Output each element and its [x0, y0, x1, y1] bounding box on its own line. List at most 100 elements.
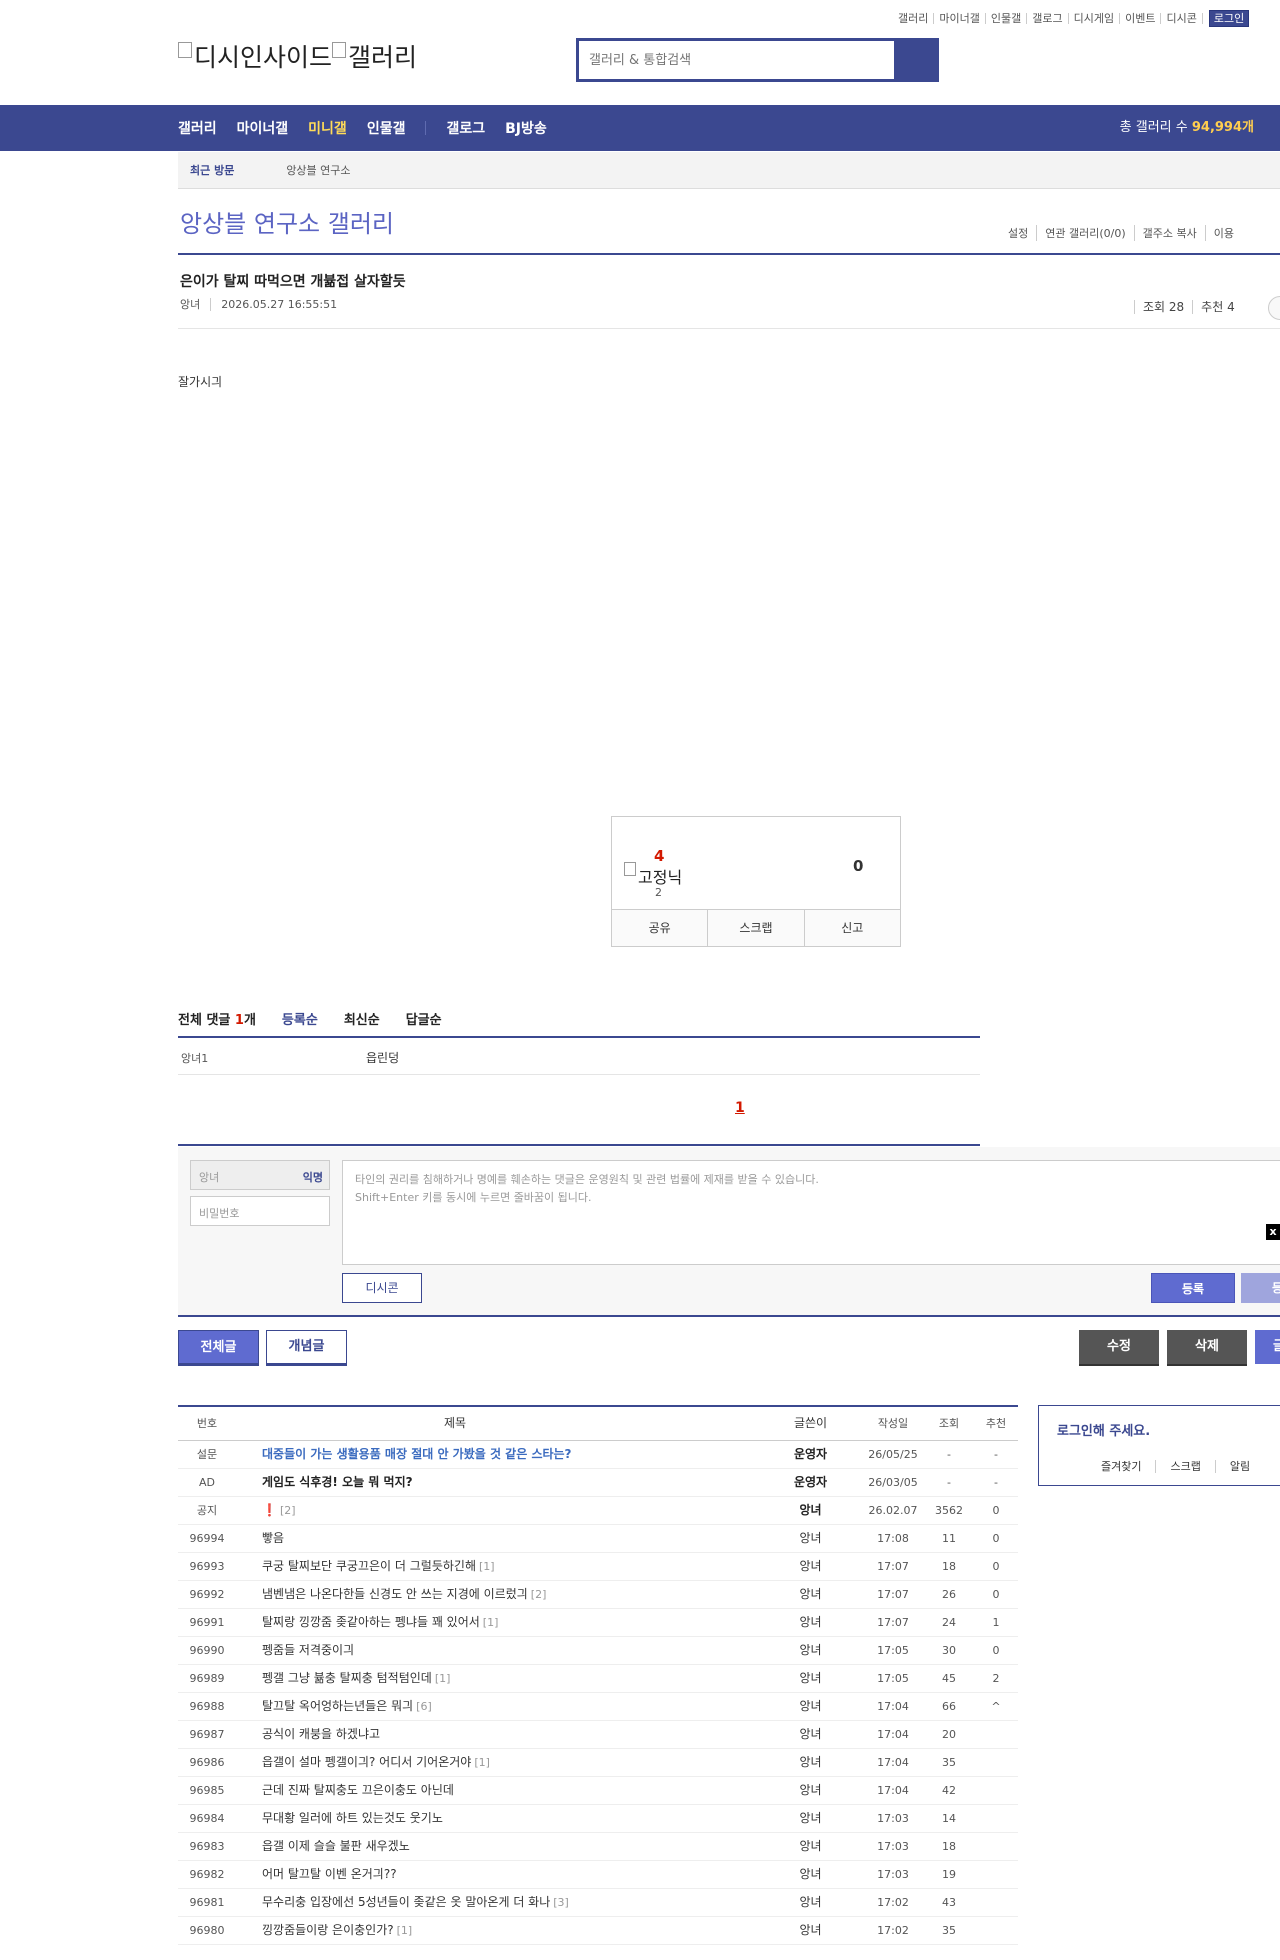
notification-link[interactable]: 알림 [1214, 1460, 1265, 1473]
copy-gallery-address-link[interactable]: 갤주소 복사 [1133, 225, 1205, 241]
top-link-person[interactable]: 인물갤 [986, 13, 1028, 24]
nav-mini[interactable]: 미니갤 [308, 118, 347, 138]
comment-page-1[interactable]: 1 [735, 1100, 745, 1116]
top-link-dccon[interactable]: 디시콘 [1161, 13, 1203, 24]
row-title-text[interactable]: 읍갤이 설마 펭갤이긔? 어디서 기어온거야 [262, 1755, 471, 1769]
row-title[interactable]: 쿠궁 탈찌보단 쿠궁끄은이 더 그럴듯하긴해 [1] [262, 1553, 495, 1580]
sort-registered[interactable]: 등록순 [282, 1009, 318, 1028]
row-reply-count[interactable]: [1] [474, 1756, 490, 1769]
login-prompt[interactable]: 로그인해 주세요. [1057, 1420, 1150, 1439]
row-reply-count[interactable]: [6] [416, 1700, 432, 1713]
table-row[interactable]: 96981 무수리충 입장에선 5성년들이 좆같은 옷 말아온게 더 화나 [3] 앙… [178, 1889, 1018, 1917]
row-title-text[interactable]: 냄벤냄은 나온다한들 신경도 안 쓰는 지경에 이르렀긔 [262, 1587, 528, 1601]
row-reply-count[interactable]: [1] [397, 1924, 413, 1937]
report-button[interactable]: 신고 [803, 910, 900, 946]
table-row[interactable]: 96992 냄벤냄은 나온다한들 신경도 안 쓰는 지경에 이르렀긔 [2] 앙녀 17… [178, 1581, 1018, 1609]
favorites-link[interactable]: 즐겨찾기 [1087, 1460, 1155, 1473]
row-title[interactable]: 빻음 [262, 1525, 284, 1552]
row-reply-count[interactable]: [2] [280, 1504, 296, 1517]
row-title-text[interactable]: 근데 진짜 탈찌충도 끄은이충도 아닌데 [262, 1783, 454, 1797]
table-row[interactable]: 96982 어머 탈끄탈 이벤 온거긔?? 앙녀 17:03 19 [178, 1861, 1018, 1889]
search-button[interactable] [894, 41, 936, 79]
row-title[interactable]: 근데 진짜 탈찌충도 끄은이충도 아닌데 [262, 1777, 454, 1804]
top-link-event[interactable]: 이벤트 [1120, 13, 1162, 24]
scrap-button[interactable]: 스크랩 [707, 910, 803, 946]
row-reply-count[interactable]: [1] [435, 1672, 451, 1685]
write-button[interactable]: 글 [1255, 1330, 1280, 1364]
row-title-text[interactable]: 탈찌랑 낑깡줌 좆같아하는 펭냐들 꽤 있어서 [262, 1615, 480, 1629]
post-author[interactable]: 앙녀 [180, 298, 200, 311]
row-reply-count[interactable]: [3] [553, 1896, 569, 1909]
row-title-text[interactable]: 펭갤 그냥 뷺충 탈찌충 텀적텀인데 [262, 1671, 432, 1685]
row-title[interactable]: 게임도 식후경! 오늘 뭐 먹지? [262, 1469, 413, 1496]
row-title[interactable]: 읍갤이 설마 펭갤이긔? 어디서 기어온거야 [1] [262, 1749, 490, 1776]
row-writer[interactable]: 앙녀 [758, 1917, 863, 1944]
nav-bj[interactable]: BJ방송 [505, 118, 547, 138]
table-row[interactable]: 96987 공식이 캐붕을 하겠냐고 앙녀 17:04 20 [178, 1721, 1018, 1749]
row-title-text[interactable]: 공식이 캐붕을 하겠냐고 [262, 1727, 380, 1741]
row-title-text[interactable]: 읍갤 이제 슬슬 불판 새우겠노 [262, 1839, 410, 1853]
row-title[interactable]: 대중들이 가는 생활용품 매장 절대 안 가봤을 것 같은 스타는? [262, 1441, 572, 1468]
close-icon[interactable]: x [1266, 1224, 1280, 1240]
table-row[interactable]: 96990 펭줌들 저격중이긔 앙녀 17:05 30 0 [178, 1637, 1018, 1665]
row-title[interactable]: 탈찌랑 낑깡줌 좆같아하는 펭냐들 꽤 있어서 [1] [262, 1609, 498, 1636]
row-title[interactable]: 냄벤냄은 나온다한들 신경도 안 쓰는 지경에 이르렀긔 [2] [262, 1581, 546, 1608]
nav-gallery[interactable]: 갤러리 [178, 118, 217, 138]
delete-button[interactable]: 삭제 [1167, 1330, 1247, 1364]
row-writer[interactable]: 앙녀 [758, 1721, 863, 1748]
row-reply-count[interactable]: [1] [483, 1616, 499, 1629]
search-input[interactable] [579, 41, 894, 79]
table-row[interactable]: 96989 펭갤 그냥 뷺충 탈찌충 텀적텀인데 [1] 앙녀 17:05 45 2 [178, 1665, 1018, 1693]
edit-button[interactable]: 수정 [1079, 1330, 1159, 1364]
nickname-field[interactable]: 앙녀 익명 [190, 1160, 330, 1190]
row-title-text[interactable]: 게임도 식후경! 오늘 뭐 먹지? [262, 1475, 413, 1489]
nav-person[interactable]: 인물갤 [367, 118, 406, 138]
top-link-gallery[interactable]: 갤러리 [893, 13, 935, 24]
recent-gallery-link[interactable]: 앙상블 연구소 [286, 162, 350, 178]
comment-textarea[interactable]: 타인의 권리를 침해하거나 명예를 훼손하는 댓글은 운영원칙 및 관련 법률에… [342, 1160, 1280, 1265]
site-logo[interactable]: 디시인사이드 갤러리 [178, 38, 417, 74]
share-button[interactable]: 공유 [612, 910, 707, 946]
comment-submit-button[interactable]: 등록 [1151, 1273, 1235, 1303]
row-title[interactable]: 무대황 일러에 하트 있는것도 웃기노 [262, 1805, 443, 1832]
table-row[interactable]: AD 게임도 식후경! 오늘 뭐 먹지? 운영자 26/03/05 - - [178, 1469, 1018, 1497]
row-title-text[interactable]: 탈끄탈 옥어엉하는년들은 뭐긔 [262, 1699, 413, 1713]
upvote-count[interactable]: 4 [654, 847, 664, 865]
table-row[interactable]: 96980 낑깡줌들이랑 은이충인가? [1] 앙녀 17:02 35 [178, 1917, 1018, 1945]
row-title[interactable]: 무수리충 입장에선 5성년들이 좆같은 옷 말아온게 더 화나 [3] [262, 1889, 569, 1916]
login-button[interactable]: 로그인 [1208, 10, 1250, 27]
row-title[interactable]: 어머 탈끄탈 이벤 온거긔?? [262, 1861, 397, 1888]
best-posts-button[interactable]: 개념글 [266, 1330, 347, 1364]
row-title-text[interactable]: 쿠궁 탈찌보단 쿠궁끄은이 더 그럴듯하긴해 [262, 1559, 476, 1573]
row-writer[interactable]: 앙녀 [758, 1777, 863, 1804]
table-row[interactable]: 96984 무대황 일러에 하트 있는것도 웃기노 앙녀 17:03 14 [178, 1805, 1018, 1833]
usage-link[interactable]: 이용 [1204, 225, 1242, 241]
row-title-text[interactable]: 낑깡줌들이랑 은이충인가? [262, 1923, 394, 1937]
row-reply-count[interactable]: [1] [479, 1560, 495, 1573]
row-title-text[interactable]: 펭줌들 저격중이긔 [262, 1643, 354, 1657]
row-title-text[interactable]: 무대황 일러에 하트 있는것도 웃기노 [262, 1811, 443, 1825]
top-link-gallog[interactable]: 갤로그 [1027, 13, 1069, 24]
row-writer[interactable]: 앙녀 [758, 1805, 863, 1832]
row-title[interactable]: 탈끄탈 옥어엉하는년들은 뭐긔 [6] [262, 1693, 432, 1720]
row-writer[interactable]: 운영자 [758, 1441, 863, 1468]
comment-nick[interactable]: 앙녀1 [181, 1050, 208, 1066]
row-title[interactable]: 읍갤 이제 슬슬 불판 새우겠노 [262, 1833, 410, 1860]
row-writer[interactable]: 앙녀 [758, 1553, 863, 1580]
table-row[interactable]: 96991 탈찌랑 낑깡줌 좆같아하는 펭냐들 꽤 있어서 [1] 앙녀 17:07 24… [178, 1609, 1018, 1637]
downvote-count[interactable]: 0 [853, 857, 863, 875]
row-writer[interactable]: 앙녀 [758, 1497, 863, 1524]
row-title-text[interactable]: 어머 탈끄탈 이벤 온거긔?? [262, 1867, 397, 1881]
row-writer[interactable]: 앙녀 [758, 1637, 863, 1664]
comment-submit-alt-button[interactable]: 등록 [1241, 1273, 1280, 1303]
recent-label[interactable]: 최근 방문 [190, 162, 234, 178]
row-title-text[interactable]: ❗ [262, 1503, 277, 1517]
table-row[interactable]: 96983 읍갤 이제 슬슬 불판 새우겠노 앙녀 17:03 18 [178, 1833, 1018, 1861]
row-title[interactable]: 공식이 캐붕을 하겠냐고 [262, 1721, 380, 1748]
row-title-text[interactable]: 무수리충 입장에선 5성년들이 좆같은 옷 말아온게 더 화나 [262, 1895, 550, 1909]
table-row[interactable]: 96993 쿠궁 탈찌보단 쿠궁끄은이 더 그럴듯하긴해 [1] 앙녀 17:07 18 0 [178, 1553, 1018, 1581]
row-writer[interactable]: 앙녀 [758, 1861, 863, 1888]
sort-latest[interactable]: 최신순 [344, 1009, 380, 1028]
row-reply-count[interactable]: [2] [531, 1588, 547, 1601]
row-writer[interactable]: 앙녀 [758, 1833, 863, 1860]
